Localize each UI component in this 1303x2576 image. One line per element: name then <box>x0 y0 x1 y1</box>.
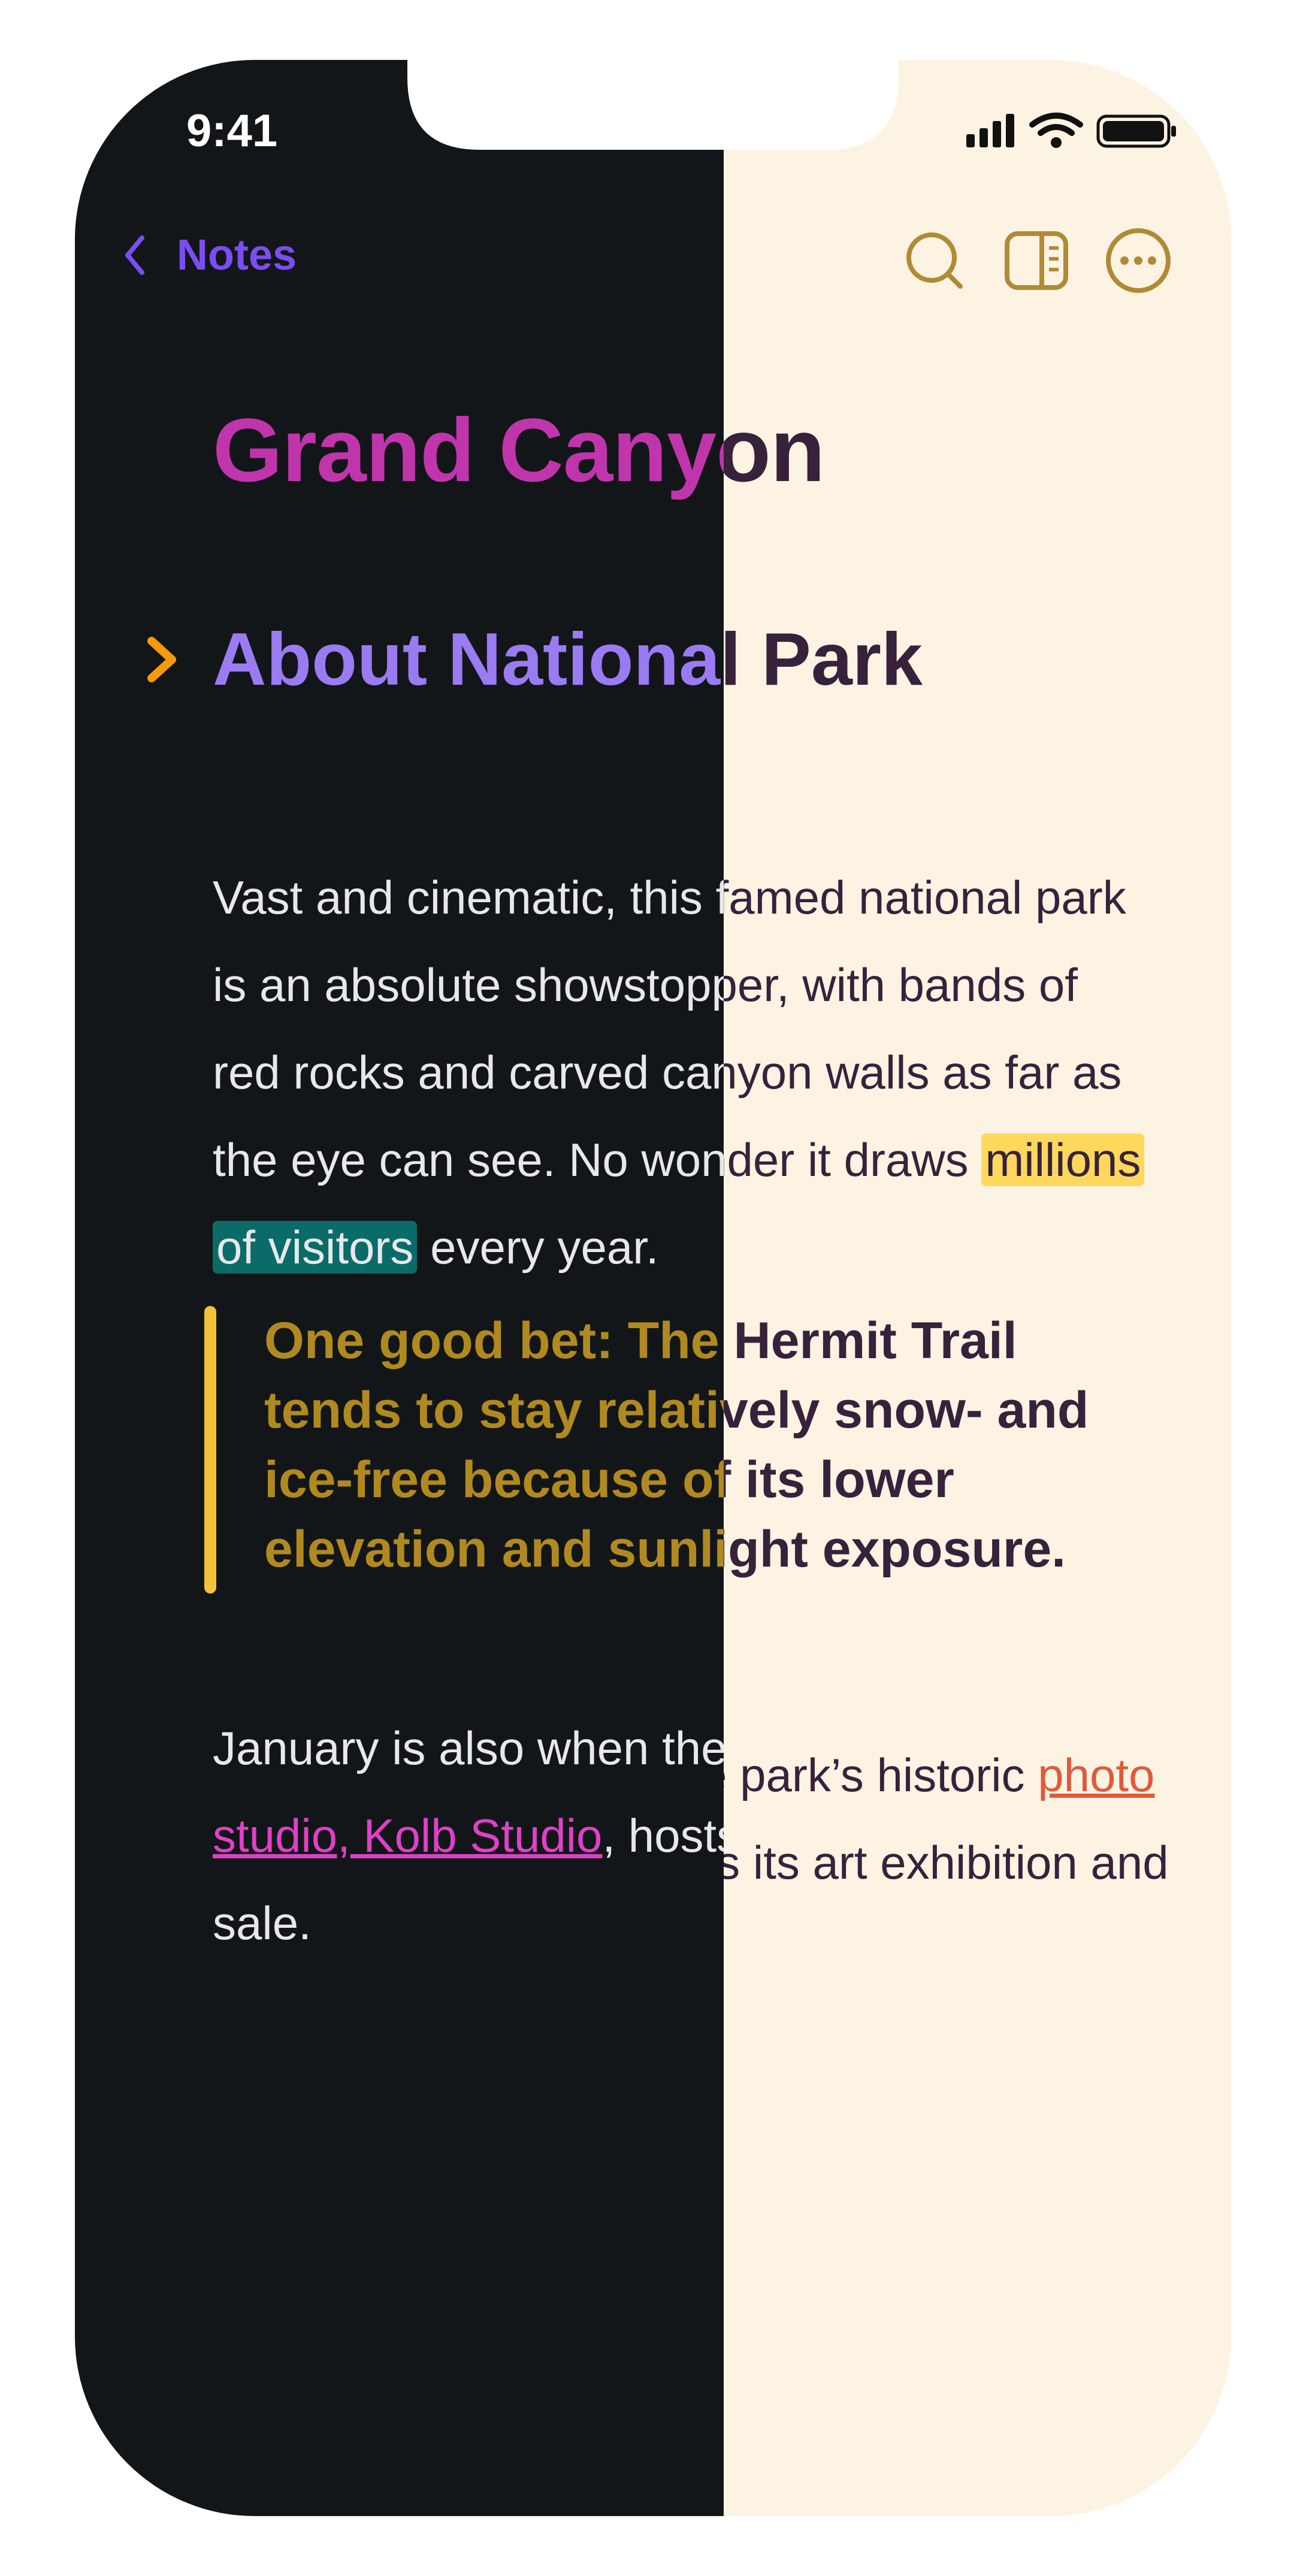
highlight-yellow: millions <box>981 1133 1145 1186</box>
link-kolb-studio[interactable]: studio, Kolb Studio <box>213 1809 602 1862</box>
quote-text: One good bet: The Hermit Trail tends to … <box>264 1306 724 1584</box>
notch <box>407 54 899 150</box>
paragraph-line: of visitors every year. <box>213 1204 724 1291</box>
phone-screen: 9:41 Notes Grand Canyon About National P… <box>75 60 1231 2516</box>
paragraph-line: the eye can see. No wonder it draws mill… <box>213 1116 724 1204</box>
body-paragraph-2: January is also when the park’s historic… <box>213 1704 724 1967</box>
light-layer: Grand Canyon About National Park Vast an… <box>724 60 1231 2516</box>
paragraph-line: January is also when the park’s historic… <box>724 1731 1231 1819</box>
quote-line: elevation and sunlight exposure. <box>264 1520 724 1578</box>
highlight-teal: of visitors <box>213 1221 418 1274</box>
chevron-left-icon <box>125 235 144 275</box>
search-icon[interactable] <box>902 228 968 294</box>
paragraph-text: every year. <box>417 1221 659 1274</box>
paragraph-line: Vast and cinematic, this famed national … <box>213 871 724 924</box>
more-options-icon[interactable] <box>1105 228 1171 294</box>
paragraph-text: , hosts its art exhibition and <box>724 1836 1169 1889</box>
paragraph-line: sale. <box>213 1897 312 1949</box>
quote-bar <box>204 1306 216 1594</box>
body-paragraph: Vast and cinematic, this famed national … <box>724 854 1231 1291</box>
paragraph-line: studio, Kolb Studio, hosts its art exhib… <box>213 1792 724 1879</box>
paragraph-text: January is also when the park’s historic <box>724 1749 1025 1801</box>
quote-line: One good bet: The Hermit Trail <box>264 1312 724 1369</box>
paragraph-text: the eye can see. No wonder it draws <box>724 1133 969 1186</box>
paragraph-line: of visitors every year. <box>724 1204 1231 1291</box>
section-heading-text: About National Park <box>724 618 923 701</box>
dark-theme-preview: 9:41 Notes Grand Canyon About National P… <box>75 60 724 2516</box>
disclosure-chevron-icon[interactable] <box>135 633 189 687</box>
paragraph-line: is an absolute showstopper, with bands o… <box>724 959 1078 1011</box>
paragraph-line: sale. <box>724 1906 1231 1994</box>
nav-actions <box>902 228 1171 294</box>
paragraph-line: January is also when the park’s historic… <box>213 1704 724 1792</box>
paragraph-text: January is also when the park’s historic <box>213 1722 724 1774</box>
quote-line: tends to stay relatively snow- and <box>264 1381 724 1439</box>
paragraph-text: the eye can see. No wonder it draws <box>213 1133 724 1186</box>
quote-line: ice-free because of its lower <box>264 1451 724 1508</box>
note-title: Grand Canyon <box>213 400 724 500</box>
paragraph-line: the eye can see. No wonder it draws mill… <box>724 1116 1231 1204</box>
section-heading[interactable]: About National Park <box>724 617 923 702</box>
paragraph-line: red rocks and carved canyon walls as far… <box>724 1046 1122 1099</box>
section-heading-text: About National Park <box>213 618 724 701</box>
dark-layer: 9:41 Notes Grand Canyon About National P… <box>75 60 724 2516</box>
body-paragraph-2: January is also when the park’s historic… <box>724 1731 1231 1994</box>
back-label: Notes <box>177 231 297 279</box>
quote-line: One good bet: The Hermit Trail <box>724 1312 1017 1369</box>
link-photo[interactable]: photo <box>1038 1749 1154 1801</box>
quote-line: ice-free because of its lower <box>724 1451 954 1508</box>
paragraph-line: studio, Kolb Studio, hosts its art exhib… <box>724 1819 1231 1906</box>
light-theme-preview: Grand Canyon About National Park Vast an… <box>724 60 1231 2516</box>
quote-line: tends to stay relatively snow- and <box>724 1381 1089 1439</box>
body-paragraph: Vast and cinematic, this famed national … <box>213 854 724 1291</box>
section-heading[interactable]: About National Park <box>135 617 724 702</box>
paragraph-text: , hosts its art exhibition and <box>602 1809 724 1862</box>
paragraph-line: Vast and cinematic, this famed national … <box>724 871 1126 924</box>
quote-text: One good bet: The Hermit Trail tends to … <box>724 1306 1163 1584</box>
paragraph-line: is an absolute showstopper, with bands o… <box>213 959 724 1011</box>
back-button[interactable]: Notes <box>123 231 297 280</box>
paragraph-line: red rocks and carved canyon walls as far… <box>213 1046 724 1099</box>
quote-line: elevation and sunlight exposure. <box>724 1520 1066 1578</box>
sidebar-toggle-icon[interactable] <box>1003 228 1069 294</box>
note-title: Grand Canyon <box>724 400 825 500</box>
